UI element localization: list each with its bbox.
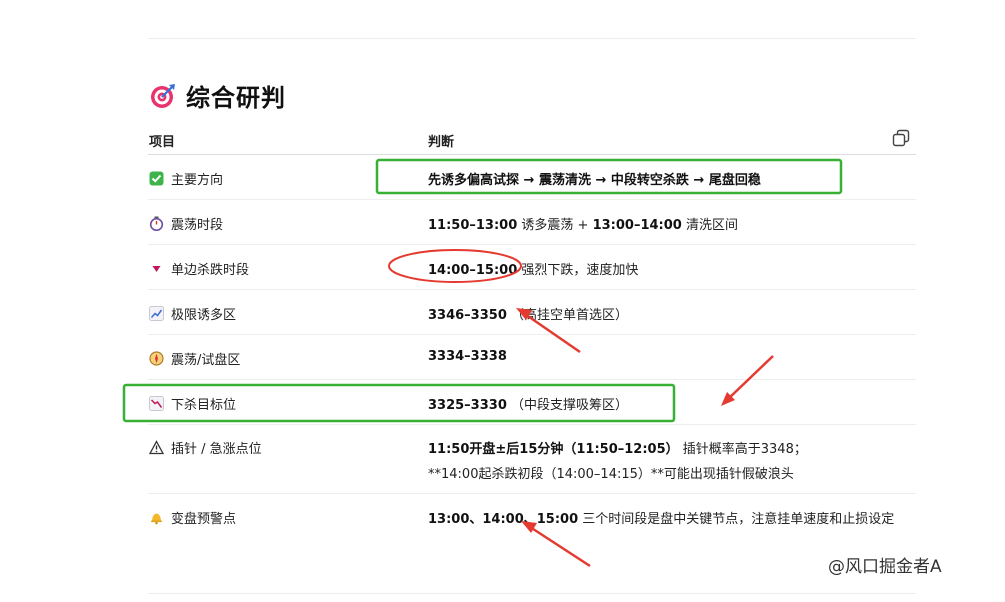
stopwatch-icon: [148, 216, 164, 232]
table-row: 主要方向 先诱多偏高试探 → 震荡清洗 → 中段转空杀跌 → 尾盘回稳: [148, 155, 916, 200]
down-triangle-icon: [148, 261, 164, 277]
row-item-cell: 震荡/试盘区: [148, 349, 240, 368]
row-judge-cell: 14:00–15:00 强烈下跌，速度加快: [428, 259, 638, 278]
judge-text: （中段支撑吸筹区）: [506, 398, 629, 413]
judge-second-line: **14:00起杀跌初段（14:00–14:15）**可能出现插针假破浪头: [428, 463, 807, 482]
judge-text-bold: 14:00–15:00: [428, 263, 518, 278]
row-item-label: 主要方向: [171, 173, 224, 188]
top-divider: [148, 38, 916, 39]
judge-text-bold: 13:00、14:00、15:00: [428, 512, 579, 527]
table-row: 极限诱多区 3346–3350 （高挂空单首选区）: [148, 290, 916, 335]
judge-text-bold: 11:50开盘±后15分钟（11:50–12:05）: [428, 442, 679, 457]
row-judge-cell: 11:50–13:00 诱多震荡 + 13:00–14:00 清洗区间: [428, 214, 738, 233]
column-header-item: 项目: [149, 135, 176, 150]
judge-text-bold: 11:50–13:00: [428, 218, 518, 233]
row-item-cell: 插针 / 急涨点位: [148, 438, 262, 457]
section-heading: 综合研判: [150, 78, 286, 113]
row-item-label: 变盘预警点: [171, 512, 237, 527]
judge-text: 插针概率高于3348；: [678, 442, 807, 457]
row-item-label: 下杀目标位: [171, 398, 237, 413]
row-item-label: 极限诱多区: [171, 308, 237, 323]
page-title: 综合研判: [186, 84, 286, 112]
column-header-judge: 判断: [428, 135, 455, 150]
judge-text-bold: 13:00–14:00: [592, 218, 682, 233]
table-row: 震荡/试盘区 3334–3338: [148, 335, 916, 380]
judge-text: 诱多震荡 +: [517, 218, 593, 233]
bell-icon: [148, 510, 164, 526]
row-judge-cell: 3346–3350 （高挂空单首选区）: [428, 304, 628, 323]
row-item-cell: 震荡时段: [148, 214, 223, 233]
row-item-label: 震荡时段: [171, 218, 224, 233]
row-item-cell: 极限诱多区: [148, 304, 236, 323]
row-item-label: 插针 / 急涨点位: [171, 442, 262, 457]
row-item-label: 单边杀跌时段: [171, 263, 250, 278]
table-row: 变盘预警点 13:00、14:00、15:00 三个时间段是盘中关键节点，注意挂单…: [148, 494, 916, 540]
row-judge-cell: 3334–3338: [428, 349, 507, 364]
table-row: 震荡时段 11:50–13:00 诱多震荡 + 13:00–14:00 清洗区间: [148, 200, 916, 245]
table-row: 单边杀跌时段 14:00–15:00 强烈下跌，速度加快: [148, 245, 916, 290]
row-item-cell: 下杀目标位: [148, 394, 236, 413]
chart-up-icon: [148, 306, 164, 322]
judge-text: 强烈下跌，速度加快: [517, 263, 639, 278]
judge-text-bold: 先诱多偏高试探 → 震荡清洗 → 中段转空杀跌 → 尾盘回稳: [428, 173, 761, 188]
row-judge-cell: 13:00、14:00、15:00 三个时间段是盘中关键节点，注意挂单速度和止损…: [428, 508, 894, 527]
judge-text-bold: 3325–3330: [428, 398, 507, 413]
row-judge-cell: 11:50开盘±后15分钟（11:50–12:05） 插针概率高于3348； **…: [428, 438, 807, 482]
row-item-label: 震荡/试盘区: [171, 353, 241, 368]
table-row: 插针 / 急涨点位 11:50开盘±后15分钟（11:50–12:05） 插针概率…: [148, 425, 916, 494]
row-judge-cell: 3325–3330 （中段支撑吸筹区）: [428, 394, 628, 413]
judge-text: **14:00起杀跌初段（14:00–14:15）**可能出现插针假破浪头: [428, 467, 794, 482]
row-item-cell: 单边杀跌时段: [148, 259, 249, 278]
row-item-cell: 主要方向: [148, 169, 223, 188]
judge-text: 清洗区间: [681, 218, 738, 233]
judge-text: 三个时间段是盘中关键节点，注意挂单速度和止损设定: [578, 512, 895, 527]
watermark: @风口掘金者A: [828, 557, 942, 577]
compass-icon: [148, 351, 164, 367]
warning-icon: [148, 440, 164, 456]
table-row: 下杀目标位 3325–3330 （中段支撑吸筹区）: [148, 380, 916, 425]
row-judge-cell: 先诱多偏高试探 → 震荡清洗 → 中段转空杀跌 → 尾盘回稳: [428, 169, 761, 188]
check-box-icon: [148, 171, 164, 187]
bottom-divider: [148, 593, 916, 594]
chart-down-icon: [148, 396, 164, 412]
judge-text: （高挂空单首选区）: [506, 308, 629, 323]
judge-text-bold: 3334–3338: [428, 349, 507, 364]
judge-text-bold: 3346–3350: [428, 308, 507, 323]
row-item-cell: 变盘预警点: [148, 508, 236, 527]
target-icon: [151, 83, 175, 108]
copy-icon[interactable]: [892, 129, 910, 147]
